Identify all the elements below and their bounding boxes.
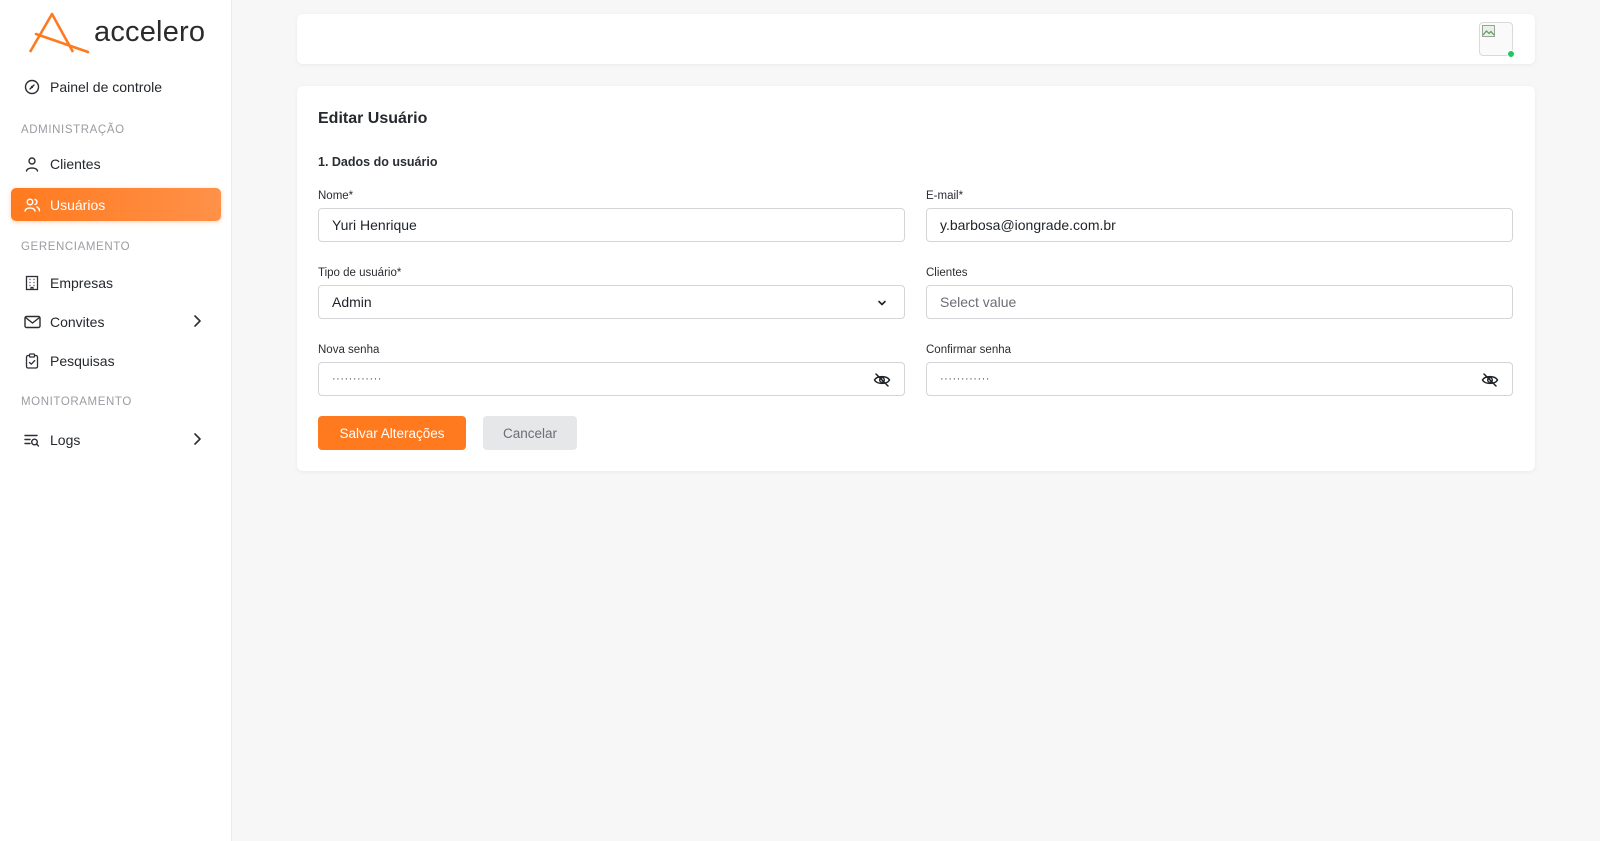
new-password-label: Nova senha — [318, 344, 380, 356]
email-field[interactable]: y.barbosa@iongrade.com.br — [926, 208, 1513, 242]
brand-name: accelero — [94, 15, 206, 48]
building-icon — [23, 274, 41, 292]
logs-search-icon — [23, 431, 41, 449]
sidebar-item-label: Usuários — [50, 196, 106, 213]
sidebar-item-label: Empresas — [50, 274, 114, 291]
user-type-select[interactable]: Admin — [318, 285, 905, 319]
sidebar-item-label: Convites — [50, 313, 105, 330]
section-label-admin: ADMINISTRAÇÃO — [21, 124, 125, 136]
user-icon — [23, 155, 41, 173]
name-field[interactable]: Yuri Henrique — [318, 208, 905, 242]
section-label-monitoring: MONITORAMENTO — [21, 396, 132, 408]
sidebar-item-clients[interactable]: Clientes — [11, 147, 221, 180]
sidebar-item-users[interactable]: Usuários — [11, 188, 221, 221]
brand-logo[interactable]: accelero — [28, 10, 205, 54]
avatar[interactable] — [1479, 22, 1515, 58]
clients-placeholder: Select value — [940, 294, 1017, 310]
user-type-label: Tipo de usuário* — [318, 267, 402, 279]
users-icon — [23, 196, 41, 214]
edit-user-card: Editar Usuário 1. Dados do usuário Nome*… — [297, 86, 1535, 471]
cancel-button[interactable]: Cancelar — [483, 416, 577, 450]
clients-label: Clientes — [926, 267, 968, 279]
eye-off-icon[interactable] — [1481, 371, 1499, 389]
top-bar — [297, 14, 1535, 64]
email-label: E-mail* — [926, 190, 964, 202]
confirm-password-mask: ············ — [940, 373, 990, 385]
sidebar-item-invites[interactable]: Convites — [11, 305, 221, 338]
section-heading: 1. Dados do usuário — [318, 155, 438, 169]
eye-off-icon[interactable] — [873, 371, 891, 389]
sidebar-item-label: Pesquisas — [50, 352, 115, 369]
sidebar-item-surveys[interactable]: Pesquisas — [11, 344, 221, 377]
page-title: Editar Usuário — [318, 110, 428, 127]
name-value: Yuri Henrique — [332, 217, 417, 233]
section-label-management: GERENCIAMENTO — [21, 241, 131, 253]
confirm-password-label: Confirmar senha — [926, 344, 1012, 356]
chevron-right-icon[interactable] — [189, 313, 205, 329]
accelero-logo-icon — [28, 12, 90, 54]
mail-icon — [23, 313, 41, 331]
chevron-down-icon — [873, 294, 891, 312]
broken-image-icon — [1482, 25, 1495, 37]
online-status-dot — [1507, 50, 1515, 58]
sidebar-item-logs[interactable]: Logs — [11, 423, 221, 456]
new-password-field[interactable]: ············ — [318, 362, 905, 396]
chevron-right-icon[interactable] — [189, 431, 205, 447]
email-value: y.barbosa@iongrade.com.br — [940, 217, 1116, 233]
new-password-mask: ············ — [332, 373, 382, 385]
user-type-value: Admin — [332, 294, 372, 310]
sidebar-item-companies[interactable]: Empresas — [11, 266, 221, 299]
sidebar-item-label: Painel de controle — [50, 78, 163, 95]
sidebar-item-dashboard[interactable]: Painel de controle — [11, 70, 221, 103]
sidebar: accelero Painel de controle ADMINISTRAÇÃ… — [0, 0, 232, 841]
sidebar-item-label: Logs — [50, 431, 81, 448]
clients-multiselect[interactable]: Select value — [926, 285, 1513, 319]
save-button[interactable]: Salvar Alterações — [318, 416, 466, 450]
sidebar-item-label: Clientes — [50, 155, 101, 172]
confirm-password-field[interactable]: ············ — [926, 362, 1513, 396]
dashboard-gauge-icon — [23, 78, 41, 96]
name-label: Nome* — [318, 190, 354, 202]
clipboard-check-icon — [23, 352, 41, 370]
